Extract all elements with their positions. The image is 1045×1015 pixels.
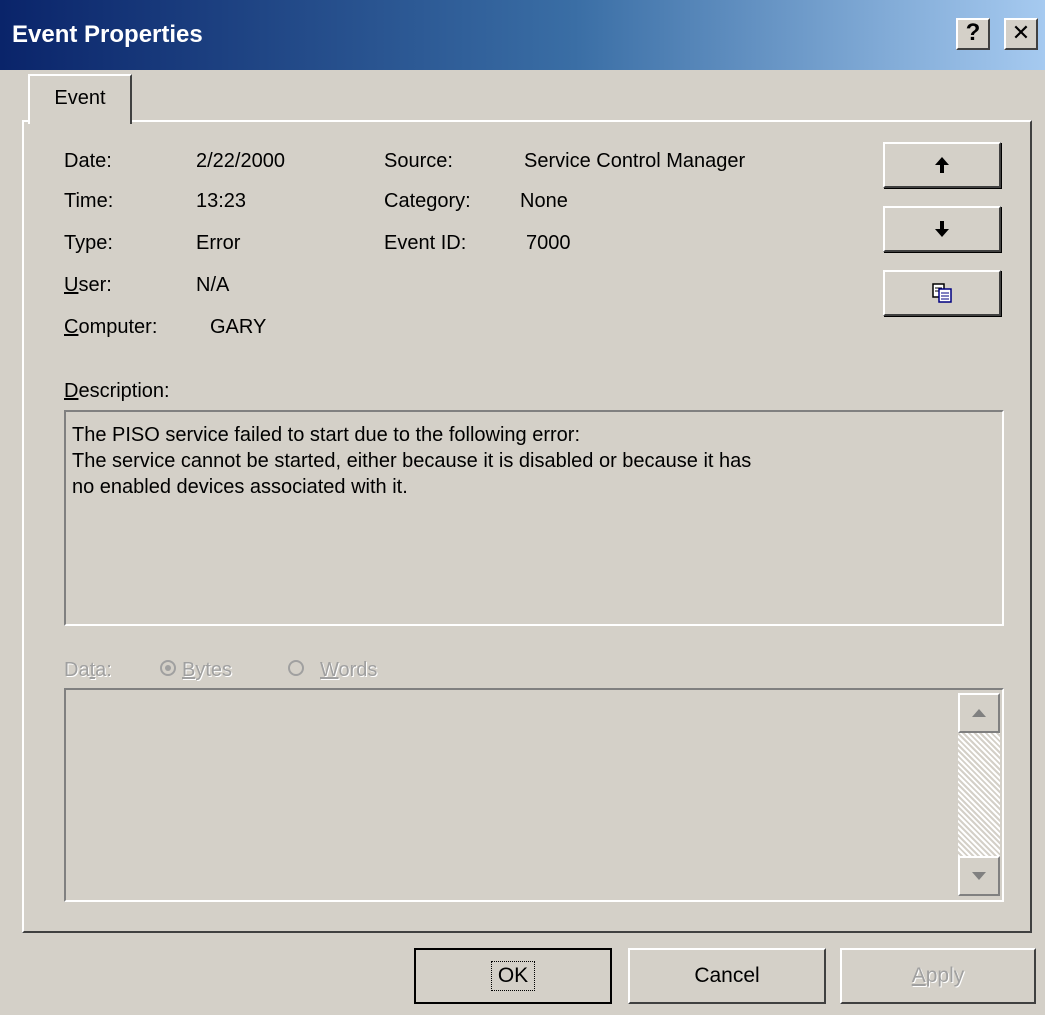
cancel-button[interactable]: Cancel — [628, 948, 826, 1004]
title-bar: Event Properties ? ✕ — [0, 0, 1045, 70]
radio-selected-icon — [160, 660, 176, 676]
close-icon: ✕ — [1011, 20, 1031, 45]
tab-event[interactable]: Event — [28, 74, 132, 124]
apply-button-label: Apply — [911, 964, 965, 987]
user-value: N/A — [196, 274, 230, 296]
date-value: 2/22/2000 — [196, 150, 285, 172]
scroll-up-icon — [972, 709, 986, 717]
time-label: Time: — [64, 190, 114, 212]
previous-event-button[interactable] — [883, 142, 1001, 188]
tab-event-label: Event — [54, 87, 106, 109]
help-button[interactable]: ? — [956, 18, 990, 50]
type-value: Error — [196, 232, 241, 254]
window-title: Event Properties — [12, 21, 203, 48]
bytes-label: Bytes — [182, 659, 233, 681]
next-event-button[interactable] — [883, 206, 1001, 252]
words-label: Words — [320, 659, 378, 681]
description-line: The PISO service failed to start due to … — [72, 424, 581, 446]
data-textbox[interactable] — [64, 688, 1004, 902]
user-label: User: — [64, 274, 112, 296]
source-label: Source: — [384, 150, 453, 172]
time-value: 13:23 — [196, 190, 247, 212]
arrow-down-icon — [935, 221, 949, 237]
description-line: The service cannot be started, either be… — [72, 450, 752, 472]
copy-to-clipboard-button[interactable] — [883, 270, 1001, 316]
date-label: Date: — [64, 150, 112, 172]
source-value: Service Control Manager — [524, 150, 746, 172]
ok-button-label: OK — [490, 961, 536, 991]
words-radio[interactable] — [288, 660, 304, 681]
eventid-label: Event ID: — [384, 232, 467, 254]
category-value: None — [520, 190, 568, 212]
eventid-value: 7000 — [526, 232, 571, 254]
category-label: Category: — [384, 190, 471, 212]
apply-button[interactable]: Apply — [840, 948, 1036, 1004]
ok-button[interactable]: OK — [414, 948, 612, 1004]
help-icon: ? — [965, 19, 981, 46]
copy-icon — [932, 283, 952, 303]
description-text: The PISO service failed to start due to … — [66, 412, 1002, 500]
type-label: Type: — [64, 232, 113, 254]
close-button[interactable]: ✕ — [1004, 18, 1038, 50]
scroll-down-button[interactable] — [958, 856, 1000, 896]
description-line: no enabled devices associated with it. — [72, 476, 408, 498]
cancel-button-label: Cancel — [694, 964, 760, 987]
radio-unselected-icon — [288, 660, 304, 676]
data-label: Data: — [64, 659, 112, 681]
arrow-up-icon — [935, 157, 949, 173]
description-label: Description: — [64, 380, 170, 402]
scroll-down-icon — [972, 872, 986, 880]
computer-label: Computer: — [64, 316, 158, 338]
computer-value: GARY — [210, 316, 267, 338]
description-textbox[interactable]: The PISO service failed to start due to … — [64, 410, 1004, 626]
scroll-up-button[interactable] — [958, 693, 1000, 733]
bytes-radio[interactable] — [160, 660, 176, 681]
